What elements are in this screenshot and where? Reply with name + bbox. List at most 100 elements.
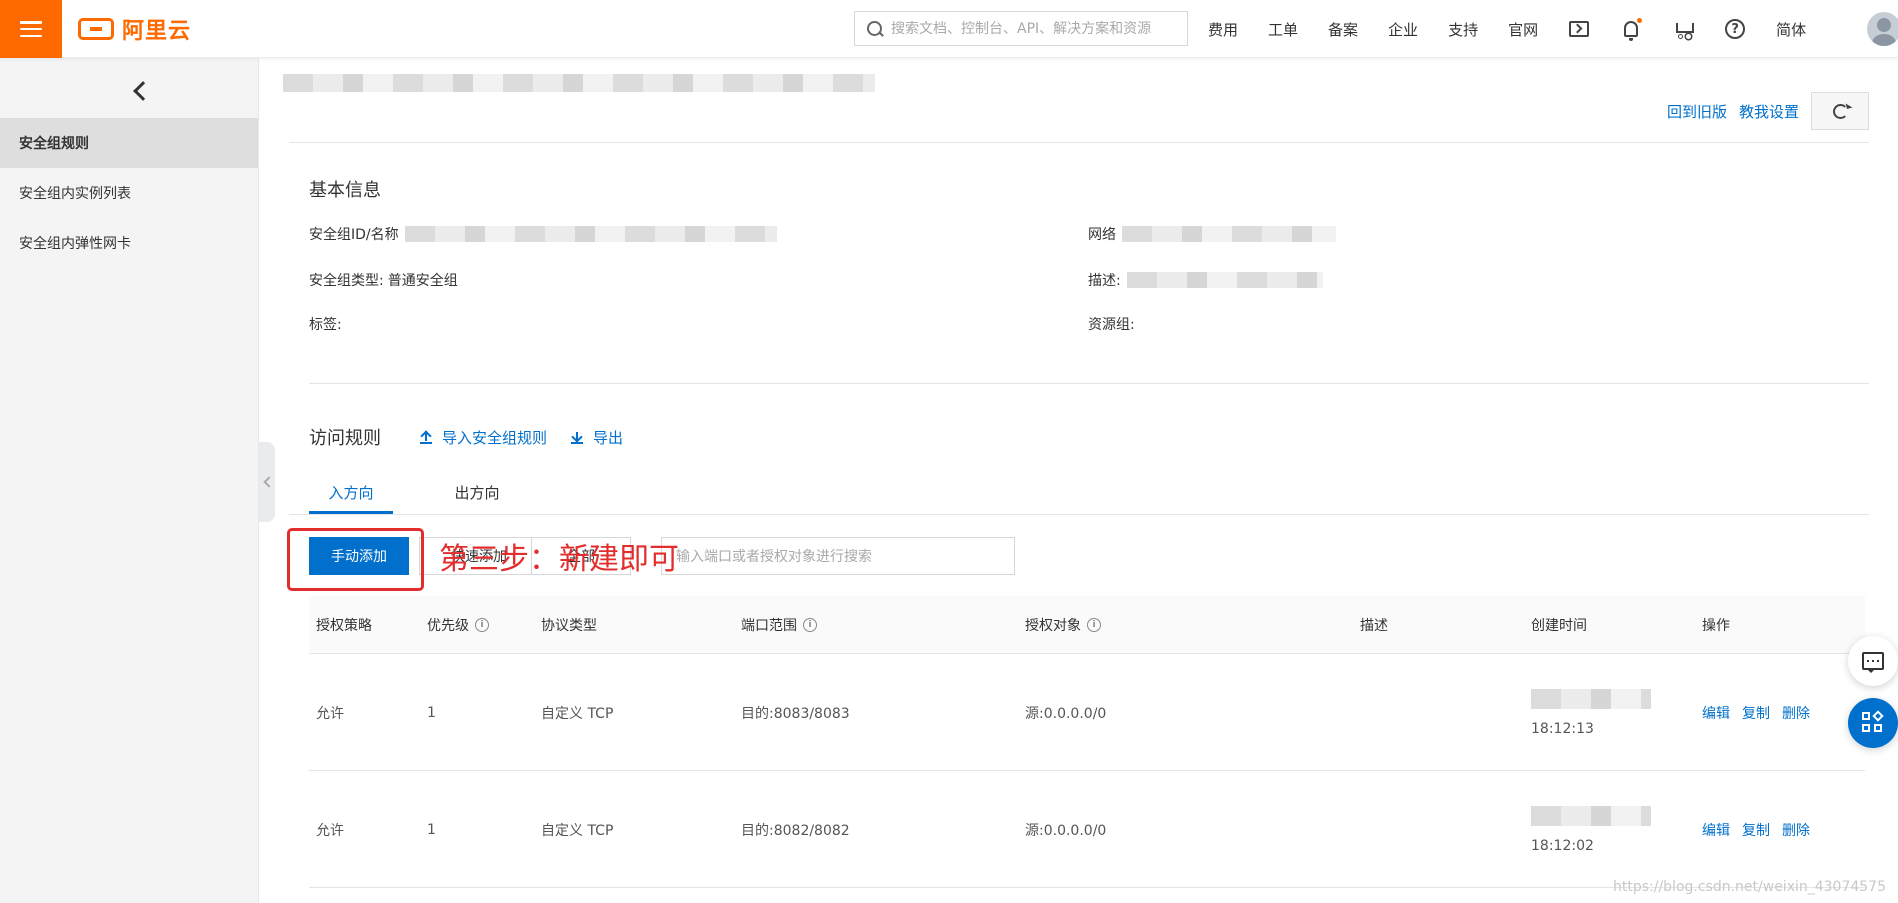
col-description: 描述 — [1360, 618, 1388, 634]
sg-id-name-field: 安全组ID/名称 — [309, 224, 777, 244]
chevron-left-icon — [133, 81, 153, 101]
sidebar: 安全组规则 安全组内实例列表 安全组内弹性网卡 — [0, 58, 259, 903]
col-port-range-label: 端口范围 — [741, 618, 797, 634]
network-label: 网络 — [1088, 227, 1116, 243]
help-button[interactable]: ? — [1724, 18, 1746, 40]
rules-table-header: 授权策略 优先级 i 协议类型 端口范围 i 授权对象 i 描述 创建时间 操作 — [309, 596, 1865, 654]
copy-link[interactable]: 复制 — [1742, 703, 1770, 723]
manual-add-button[interactable]: 手动添加 — [309, 537, 409, 575]
col-actions: 操作 — [1702, 618, 1730, 634]
search-icon — [867, 20, 883, 37]
hamburger-icon — [20, 21, 42, 37]
help-icon: ? — [1725, 19, 1746, 39]
created-time-value: 18:12:13 — [1531, 721, 1594, 737]
cell-policy: 允许 — [316, 823, 344, 839]
nav-billing[interactable]: 费用 — [1208, 19, 1238, 40]
cell-priority: 1 — [427, 822, 436, 838]
edit-link[interactable]: 编辑 — [1702, 820, 1730, 840]
cell-protocol: 自定义 TCP — [541, 706, 614, 722]
tab-inbound[interactable]: 入方向 — [309, 482, 393, 503]
resource-group-label: 资源组: — [1088, 317, 1135, 333]
info-icon[interactable]: i — [803, 618, 817, 632]
quick-add-button[interactable]: 快速添加 — [419, 537, 539, 575]
menu-button[interactable] — [0, 0, 62, 58]
cell-created-time: 18:12:13 — [1531, 655, 1651, 771]
row-actions: 编辑 复制 删除 — [1702, 772, 1822, 888]
export-label: 导出 — [593, 429, 624, 447]
refresh-icon — [1832, 103, 1848, 119]
download-icon — [571, 431, 583, 444]
info-icon[interactable]: i — [475, 618, 489, 632]
access-rules-title: 访问规则 — [309, 428, 381, 449]
sg-type-field: 安全组类型: 普通安全组 — [309, 270, 458, 290]
sg-type-label: 安全组类型: — [309, 273, 384, 289]
created-time-value: 18:12:02 — [1531, 838, 1594, 854]
divider — [309, 383, 1869, 384]
cart-button[interactable] — [1672, 18, 1695, 40]
import-rules-link[interactable]: 导入安全组规则 — [420, 427, 547, 448]
page-title-redacted — [283, 74, 875, 92]
sidebar-item-sg-rules[interactable]: 安全组规则 — [0, 118, 258, 168]
copy-link[interactable]: 复制 — [1742, 820, 1770, 840]
created-date-redacted — [1531, 806, 1651, 826]
avatar[interactable] — [1867, 12, 1898, 46]
col-priority: 优先级 i — [427, 596, 489, 654]
resource-group-field: 资源组: — [1088, 314, 1135, 334]
col-created-time: 创建时间 — [1531, 618, 1587, 634]
nav-official-site[interactable]: 官网 — [1508, 19, 1538, 40]
filter-all-select[interactable]: 全部 — [531, 537, 631, 575]
back-button[interactable] — [125, 76, 155, 106]
sidebar-item-sg-enis[interactable]: 安全组内弹性网卡 — [0, 218, 258, 268]
language-switch[interactable]: 简体 — [1776, 19, 1806, 40]
cell-protocol: 自定义 TCP — [541, 823, 614, 839]
terminal-button[interactable] — [1568, 18, 1590, 40]
tab-outbound[interactable]: 出方向 — [435, 482, 519, 503]
export-link[interactable]: 导出 — [571, 427, 623, 448]
sidebar-item-sg-instances[interactable]: 安全组内实例列表 — [0, 168, 258, 218]
rule-search-input[interactable]: 输入端口或者授权对象进行搜索 — [661, 537, 1015, 575]
global-search-input[interactable] — [891, 20, 1171, 37]
nav-tickets[interactable]: 工单 — [1268, 19, 1298, 40]
notifications-button[interactable] — [1620, 18, 1643, 41]
table-row: 允许 1 自定义 TCP 目的:8082/8082 源:0.0.0.0/0 18… — [309, 772, 1865, 888]
bell-icon — [1624, 21, 1639, 41]
refresh-button[interactable] — [1811, 92, 1870, 130]
description-value-redacted — [1126, 272, 1323, 288]
tutorial-settings-link[interactable]: 教我设置 — [1739, 101, 1799, 122]
col-auth-object: 授权对象 i — [1025, 596, 1101, 654]
notification-dot — [1637, 18, 1643, 23]
aliyun-logo[interactable]: 阿里云 — [78, 14, 191, 44]
delete-link[interactable]: 删除 — [1782, 820, 1810, 840]
description-label: 描述: — [1088, 273, 1121, 289]
cell-policy: 允许 — [316, 706, 344, 722]
row-actions: 编辑 复制 删除 — [1702, 655, 1822, 771]
quick-apps-button[interactable] — [1848, 698, 1898, 748]
apps-grid-icon — [1862, 710, 1884, 734]
nav-enterprise[interactable]: 企业 — [1388, 19, 1418, 40]
divider — [289, 142, 1869, 143]
col-priority-label: 优先级 — [427, 618, 469, 634]
chat-icon — [1862, 652, 1884, 673]
description-field: 描述: — [1088, 270, 1323, 290]
col-auth-object-label: 授权对象 — [1025, 618, 1081, 634]
network-value-redacted — [1122, 226, 1336, 242]
back-to-old-version-link[interactable]: 回到旧版 — [1667, 101, 1727, 122]
edit-link[interactable]: 编辑 — [1702, 703, 1730, 723]
table-row: 允许 1 自定义 TCP 目的:8083/8083 源:0.0.0.0/0 18… — [309, 655, 1865, 771]
watermark: https://blog.csdn.net/weixin_43074575 — [1612, 879, 1886, 895]
nav-support[interactable]: 支持 — [1448, 19, 1478, 40]
tags-field: 标签: — [309, 314, 342, 334]
cell-auth-object: 源:0.0.0.0/0 — [1025, 706, 1107, 722]
network-field: 网络 — [1088, 224, 1336, 244]
upload-icon — [420, 431, 432, 444]
tags-label: 标签: — [309, 317, 342, 333]
cell-auth-object: 源:0.0.0.0/0 — [1025, 823, 1107, 839]
delete-link[interactable]: 删除 — [1782, 703, 1810, 723]
nav-icp-filing[interactable]: 备案 — [1328, 19, 1358, 40]
info-icon[interactable]: i — [1087, 618, 1101, 632]
feedback-chat-button[interactable] — [1848, 636, 1898, 686]
col-protocol: 协议类型 — [541, 618, 597, 634]
global-search[interactable] — [854, 11, 1188, 46]
created-date-redacted — [1531, 689, 1651, 709]
basic-info-title: 基本信息 — [309, 180, 381, 201]
